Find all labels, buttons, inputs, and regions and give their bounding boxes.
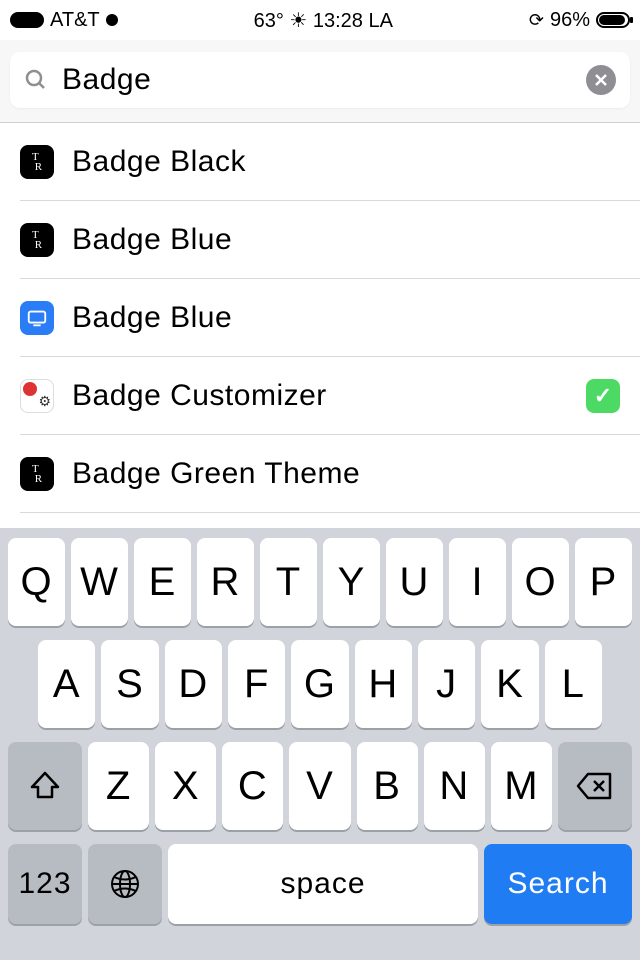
space-key[interactable]: space [168, 844, 478, 924]
key-n[interactable]: N [424, 742, 485, 830]
battery-icon [596, 12, 630, 28]
app-icon [20, 301, 54, 335]
key-m[interactable]: M [491, 742, 552, 830]
rotation-lock-icon: ⟳ [529, 10, 544, 31]
search-bar-container: Badge [0, 40, 640, 123]
backspace-key[interactable] [558, 742, 632, 830]
clear-search-button[interactable] [586, 65, 616, 95]
result-label: Badge Blue [72, 223, 620, 257]
key-x[interactable]: X [155, 742, 216, 830]
key-e[interactable]: E [134, 538, 191, 626]
globe-key[interactable] [88, 844, 162, 924]
key-a[interactable]: A [38, 640, 95, 728]
result-row[interactable]: Badge Blue [20, 279, 640, 357]
result-row[interactable]: T R Badge Blue [20, 201, 640, 279]
search-results: T R Badge Black T R Badge Blue Badge Blue ⚙ Ba… [0, 123, 640, 513]
key-y[interactable]: Y [323, 538, 380, 626]
key-q[interactable]: Q [8, 538, 65, 626]
key-v[interactable]: V [289, 742, 350, 830]
signal-icon [10, 12, 44, 28]
key-h[interactable]: H [355, 640, 412, 728]
key-r[interactable]: R [197, 538, 254, 626]
key-p[interactable]: P [575, 538, 632, 626]
key-g[interactable]: G [291, 640, 348, 728]
status-center: 63° ☀ 13:28 LA [254, 8, 393, 33]
shift-key[interactable] [8, 742, 82, 830]
key-w[interactable]: W [71, 538, 128, 626]
result-row[interactable]: T R Badge Black [20, 123, 640, 201]
key-i[interactable]: I [449, 538, 506, 626]
app-icon: ⚙ [20, 379, 54, 413]
search-bar[interactable]: Badge [10, 52, 630, 108]
result-label: Badge Black [72, 145, 620, 179]
result-row[interactable]: ⚙ Badge Customizer✓ [20, 357, 640, 435]
key-c[interactable]: C [222, 742, 283, 830]
key-k[interactable]: K [481, 640, 538, 728]
key-j[interactable]: J [418, 640, 475, 728]
result-label: Badge Customizer [72, 379, 586, 413]
key-u[interactable]: U [386, 538, 443, 626]
app-icon: T R [20, 457, 54, 491]
carrier-label: AT&T [50, 9, 100, 32]
numbers-key[interactable]: 123 [8, 844, 82, 924]
network-dot-icon [106, 14, 118, 26]
app-icon: T R [20, 145, 54, 179]
search-key[interactable]: Search [484, 844, 632, 924]
status-bar: AT&T 63° ☀ 13:28 LA ⟳ 96% [0, 0, 640, 40]
result-row[interactable]: T R Badge Green Theme [20, 435, 640, 513]
installed-check-icon: ✓ [586, 379, 620, 413]
key-d[interactable]: D [165, 640, 222, 728]
keyboard: QWERTYUIOP ASDFGHJKL ZXCVBNM 123 space S… [0, 528, 640, 960]
result-label: Badge Blue [72, 301, 620, 335]
key-t[interactable]: T [260, 538, 317, 626]
app-icon: T R [20, 223, 54, 257]
search-input[interactable]: Badge [62, 63, 572, 97]
key-l[interactable]: L [545, 640, 602, 728]
key-o[interactable]: O [512, 538, 569, 626]
key-z[interactable]: Z [88, 742, 149, 830]
key-b[interactable]: B [357, 742, 418, 830]
result-label: Badge Green Theme [72, 457, 620, 491]
battery-percent: 96% [550, 9, 590, 32]
search-icon [24, 68, 48, 92]
key-s[interactable]: S [101, 640, 158, 728]
key-f[interactable]: F [228, 640, 285, 728]
